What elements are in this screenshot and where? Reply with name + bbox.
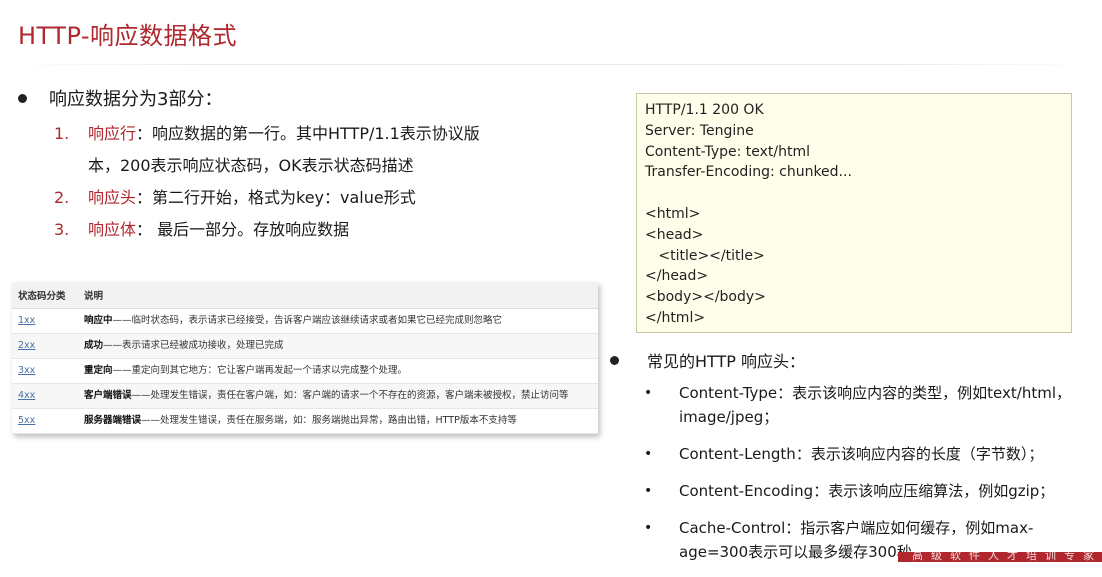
column-header: 说明 [78,282,598,309]
bullet-dot-icon [18,93,27,103]
list-item: • Content-Type：表示该响应内容的类型，例如text/html，im… [644,381,1102,429]
status-label: 客户端错误 [84,390,132,401]
title-divider [0,64,1102,65]
item-continuation: 本，200表示响应状态码，OK表示状态码描述 [88,156,414,175]
headers-title: 常见的HTTP 响应头： [647,352,806,371]
code-line: Server: Tengine [645,122,754,139]
item-number: 1. [54,124,70,143]
status-text: ——表示请求已经被成功接收，处理已完成 [103,340,284,351]
bullet-dot-icon [610,356,619,365]
code-line: <body></body> [645,289,766,306]
status-code: 1xx [12,308,78,334]
small-bullet-icon: • [644,385,653,401]
intro-bullet: 响应数据分为3部分： [18,85,222,111]
item-number: 2. [54,188,70,207]
column-header: 状态码分类 [12,282,78,309]
status-desc: 响应中——临时状态码，表示请求已经接受，告诉客户端应该继续请求或者如果它已经完成… [78,308,598,334]
status-text: ——处理发生错误，责任在服务端，如：服务端抛出异常，路由出错，HTTP版本不支持… [141,415,517,426]
small-bullet-icon: • [644,483,653,499]
code-line: </html> [645,309,706,326]
code-line: Content-Type: text/html [645,143,811,160]
header-desc: ：表示该响应压缩算法，例如gzip； [813,482,1055,500]
status-label: 成功 [84,340,104,351]
list-item: 3. 响应体： 最后一部分。存放响应数据 [54,214,554,246]
item-number: 3. [54,220,70,239]
list-item: 2. 响应头：第二行开始，格式为key：value形式 [54,182,554,214]
item-term: 响应体 [88,220,137,239]
item-desc: ： 最后一部分。存放响应数据 [136,220,350,239]
table-row: 1xx 响应中——临时状态码，表示请求已经接受，告诉客户端应该继续请求或者如果它… [12,308,598,334]
status-desc: 重定向——重定向到其它地方：它让客户端再发起一个请求以完成整个处理。 [78,358,598,384]
header-name: Content-Length [679,445,796,463]
table-row: 2xx 成功——表示请求已经被成功接收，处理已完成 [12,333,598,359]
status-text: ——临时状态码，表示请求已经接受，告诉客户端应该继续请求或者如果它已经完成则忽略… [112,315,503,326]
parts-list: 1. 响应行：响应数据的第一行。其中HTTP/1.1表示协议版 本，200表示响… [54,118,554,246]
table-header-row: 状态码分类 说明 [12,282,598,309]
status-desc: 客户端错误——处理发生错误，责任在客户端，如：客户端的请求一个不存在的资源，客户… [78,383,598,409]
small-bullet-icon: • [644,520,653,536]
item-term: 响应头 [88,188,137,207]
status-code-table: 状态码分类 说明 1xx 响应中——临时状态码，表示请求已经接受，告诉客户端应该… [12,282,598,434]
status-text: ——重定向到其它地方：它让客户端再发起一个请求以完成整个处理。 [112,365,408,376]
response-headers-list: • Content-Type：表示该响应内容的类型，例如text/html，im… [644,381,1102,577]
code-line: <head> [645,226,704,243]
table-row: 4xx 客户端错误——处理发生错误，责任在客户端，如：客户端的请求一个不存在的资… [12,383,598,409]
header-desc: ：表示该响应内容的长度（字节数）； [795,445,1044,463]
list-item: • Content-Encoding：表示该响应压缩算法，例如gzip； [644,479,1102,503]
code-line: Transfer-Encoding: chunked... [645,164,852,181]
status-desc: 服务器端错误——处理发生错误，责任在服务端，如：服务端抛出异常，路由出错，HTT… [78,408,598,434]
page-title: HTTP-响应数据格式 [18,22,238,50]
status-code: 4xx [12,383,78,409]
status-code: 2xx [12,333,78,359]
status-label: 重定向 [84,365,113,376]
status-label: 响应中 [84,315,113,326]
table-row: 5xx 服务器端错误——处理发生错误，责任在服务端，如：服务端抛出异常，路由出错… [12,408,598,434]
intro-text: 响应数据分为3部分： [49,89,223,110]
small-bullet-icon: • [644,446,653,462]
code-line: <title></title> [645,247,765,264]
header-name: Cache-Control [679,519,786,537]
item-desc: ：响应数据的第一行。其中HTTP/1.1表示协议版 [136,124,480,143]
http-response-example: HTTP/1.1 200 OK Server: Tengine Content-… [636,93,1072,333]
status-label: 服务器端错误 [84,415,142,426]
status-code: 3xx [12,358,78,384]
response-headers-heading: 常见的HTTP 响应头： [610,348,805,372]
list-item: 1. 响应行：响应数据的第一行。其中HTTP/1.1表示协议版 [54,118,554,150]
brand-banner: 高级软件人才培训专家 [898,552,1102,562]
header-name: Content-Type [679,384,778,402]
table-row: 3xx 重定向——重定向到其它地方：它让客户端再发起一个请求以完成整个处理。 [12,358,598,384]
status-code: 5xx [12,408,78,434]
list-item: • Content-Length：表示该响应内容的长度（字节数）； [644,442,1102,466]
code-line: HTTP/1.1 200 OK [645,102,764,118]
status-desc: 成功——表示请求已经被成功接收，处理已完成 [78,333,598,359]
status-text: ——处理发生错误，责任在客户端，如：客户端的请求一个不存在的资源，客户端未被授权… [131,390,569,401]
code-line: <html> [645,205,701,222]
item-desc: ：第二行开始，格式为key：value形式 [136,188,416,207]
code-line: </head> [645,268,709,285]
item-term: 响应行 [88,124,137,143]
header-name: Content-Encoding [679,482,814,500]
